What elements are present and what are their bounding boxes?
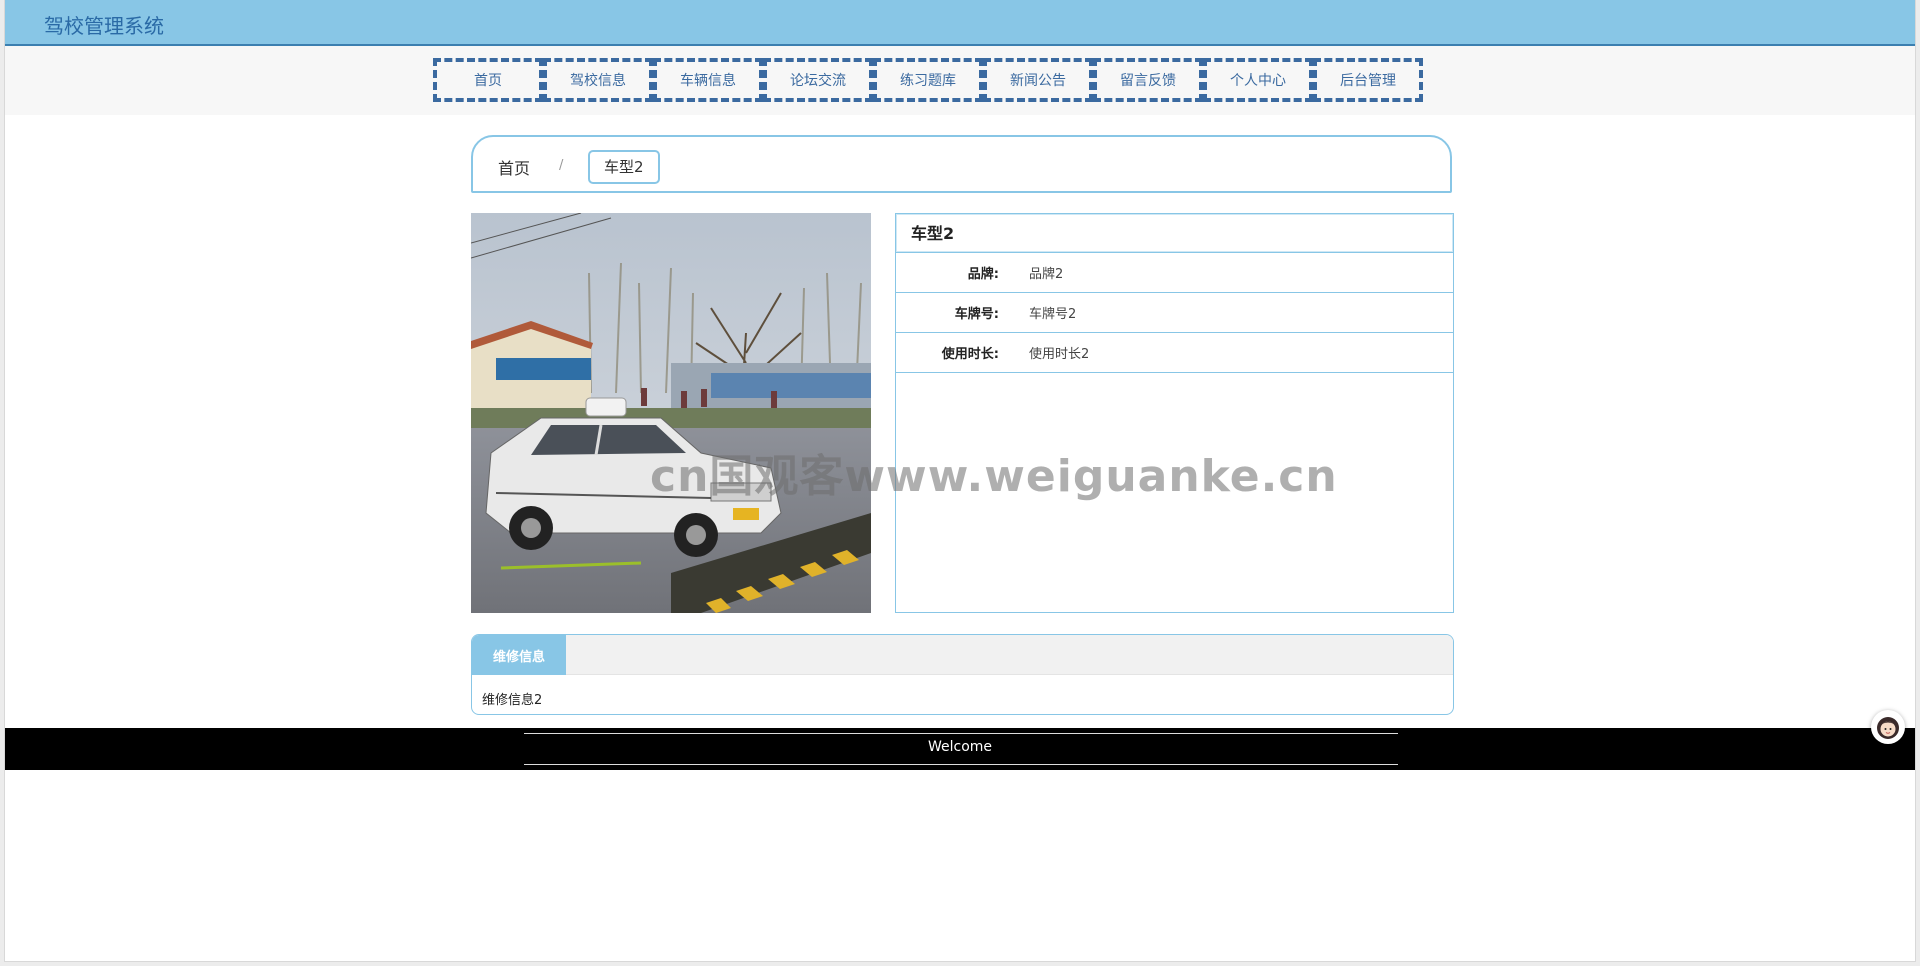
watermark: cn国观客www.weiguanke.cn [650,451,1338,502]
tab-repair-info[interactable]: 维修信息 [472,635,566,675]
footer-divider-bottom [524,764,1398,765]
nav-item-personal-center[interactable]: 个人中心 [1203,58,1313,102]
main-nav: 首页 驾校信息 车辆信息 论坛交流 练习题库 新闻公告 留言反馈 个人中心 后台… [5,46,1915,115]
site-title[interactable]: 驾校管理系统 [44,10,164,39]
nav-item-school-info[interactable]: 驾校信息 [543,58,653,102]
vehicle-name: 车型2 [896,214,1453,253]
detail-row-usage-duration: 使用时长: 使用时长2 [896,333,1453,373]
nav-item-vehicle-info[interactable]: 车辆信息 [653,58,763,102]
detail-value-brand: 品牌2 [1029,267,1064,282]
vehicle-photo [471,213,871,613]
nav-item-question-bank[interactable]: 练习题库 [873,58,983,102]
footer-divider-top [524,733,1398,734]
detail-label-brand: 品牌: [967,267,999,282]
girl-avatar-icon [1877,717,1899,739]
detail-value-usage-duration: 使用时长2 [1029,347,1090,362]
footer-welcome-text: Welcome [927,739,993,755]
nav-item-feedback[interactable]: 留言反馈 [1093,58,1203,102]
vehicle-details-panel: 车型2 品牌: 品牌2 车牌号: 车牌号2 使用时长: 使用时长2 [895,213,1454,613]
chat-assistant-avatar[interactable] [1871,710,1905,744]
repair-info-content: 维修信息2 [482,693,543,708]
breadcrumb-separator: / [559,158,564,173]
repair-tab-bar: 维修信息 [472,635,1453,675]
page: 驾校管理系统 首页 驾校信息 车辆信息 论坛交流 练习题库 新闻公告 留言反馈 … [4,0,1916,962]
detail-label-plate-number: 车牌号: [954,307,999,322]
breadcrumb-home-link[interactable]: 首页 [498,155,530,179]
detail-value-plate-number: 车牌号2 [1029,307,1077,322]
breadcrumb: 首页 / 车型2 [471,135,1452,193]
vehicle-photo-image [471,213,871,613]
nav-item-admin[interactable]: 后台管理 [1313,58,1423,102]
nav-item-forum[interactable]: 论坛交流 [763,58,873,102]
nav-list: 首页 驾校信息 车辆信息 论坛交流 练习题库 新闻公告 留言反馈 个人中心 后台… [433,58,1423,102]
repair-info-panel: 维修信息 维修信息2 [471,634,1454,715]
footer: Welcome [5,728,1915,770]
breadcrumb-current: 车型2 [588,150,660,184]
detail-row-plate-number: 车牌号: 车牌号2 [896,293,1453,333]
detail-label-usage-duration: 使用时长: [941,347,999,362]
nav-item-home[interactable]: 首页 [433,58,543,102]
detail-row-brand: 品牌: 品牌2 [896,253,1453,293]
site-header: 驾校管理系统 [5,0,1915,46]
nav-item-news[interactable]: 新闻公告 [983,58,1093,102]
